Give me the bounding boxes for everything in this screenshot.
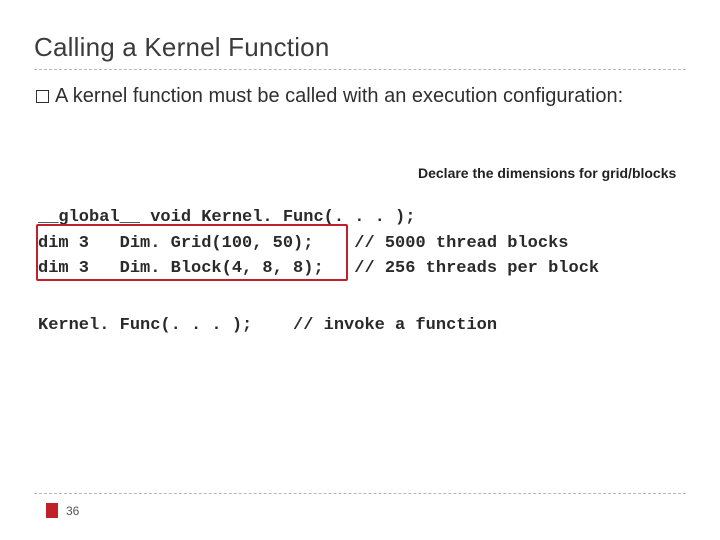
square-bullet-icon: [36, 90, 49, 103]
page-marker: 36: [46, 503, 79, 518]
bullet-text-rest: kernel function must be called with an e…: [67, 85, 623, 107]
code-line-1: __global__ void Kernel. Func(. . . );: [38, 208, 415, 227]
code-line-3: dim 3 Dim. Block(4, 8, 8); // 256 thread…: [38, 259, 599, 278]
footer-divider: [34, 493, 686, 494]
slide-title: Calling a Kernel Function: [34, 32, 686, 63]
annotation-label: Declare the dimensions for grid/blocks: [418, 165, 676, 181]
code-line-2: dim 3 Dim. Grid(100, 50); // 5000 thread…: [38, 234, 569, 253]
code-invoke-line: Kernel. Func(. . . ); // invoke a functi…: [38, 316, 497, 335]
bullet-point: A kernel function must be called with an…: [34, 84, 686, 110]
bullet-text-a: A: [55, 85, 67, 107]
code-block: __global__ void Kernel. Func(. . . ); di…: [38, 205, 599, 282]
title-divider: [34, 69, 686, 70]
page-number: 36: [66, 504, 79, 518]
flag-icon: [46, 503, 58, 518]
